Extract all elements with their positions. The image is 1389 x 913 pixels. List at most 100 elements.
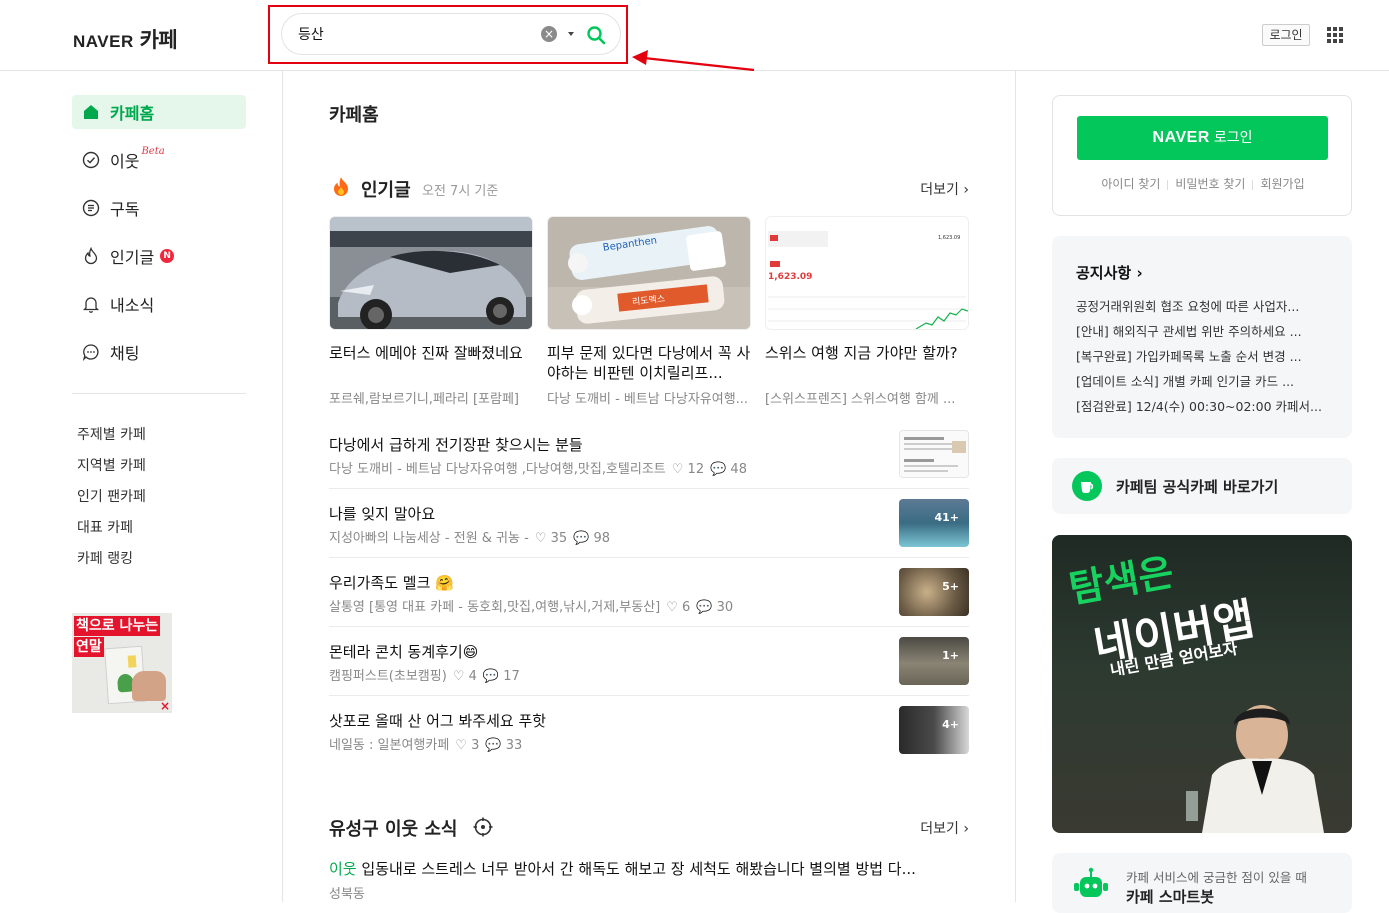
- list-item-cafe: 네일동 : 일본여행카페: [329, 738, 450, 753]
- comments-count: 30: [716, 600, 734, 615]
- sidebar-nav: 카페홈 이웃 Beta 구독 인기글 N 내소식 채팅: [72, 95, 246, 383]
- naver-cafe-logo[interactable]: NAVER 카페: [73, 24, 178, 54]
- find-password-link[interactable]: 비밀번호 찾기: [1175, 177, 1245, 191]
- divider: [282, 71, 283, 902]
- notice-item[interactable]: [업데이트 소식] 개별 카페 인기글 카드 ...: [1076, 371, 1328, 396]
- comments-count: 33: [505, 738, 523, 753]
- list-item-title: 다낭에서 급하게 전기장판 찾으시는 분들: [329, 436, 583, 454]
- cafe-cup-icon: [1072, 471, 1102, 501]
- naver-login-button[interactable]: NAVER 로그인: [1077, 116, 1328, 160]
- find-id-link[interactable]: 아이디 찾기: [1101, 177, 1160, 191]
- comments-count: 17: [503, 669, 520, 684]
- list-item-title: 나를 잊지 말아요: [329, 505, 436, 523]
- list-item-title: 삿포로 올때 산 어그 봐주세요 푸핫: [329, 712, 547, 730]
- divider: [1015, 71, 1016, 902]
- list-item[interactable]: 몬테라 콘치 동계후기😄 캠핑퍼스트(초보캠핑) ♡ 4 💬 17 1+: [329, 627, 969, 696]
- card-title: 피부 문제 있다면 다낭에서 꼭 사야하는 비판텐 이치릴리프...: [547, 344, 751, 382]
- sidebar-item-cafe-home[interactable]: 카페홈: [72, 95, 246, 129]
- divider: [72, 393, 246, 394]
- list-item-meta: 캠핑퍼스트(초보캠핑) ♡ 4 💬 17: [329, 665, 520, 684]
- login-links: 아이디 찾기 비밀번호 찾기 회원가입: [1053, 175, 1353, 192]
- neighbor-item-text: 이웃 입동내로 스트레스 너무 받아서 간 해독도 해보고 장 세척도 해봤습니…: [329, 858, 969, 879]
- photo-count: 5+: [942, 580, 959, 593]
- card-meta: [스위스프렌즈] 스위스여행 함께 ...: [765, 392, 956, 407]
- more-link[interactable]: 더보기 ›: [920, 179, 969, 199]
- home-icon: [84, 105, 98, 119]
- popular-list: 다낭에서 급하게 전기장판 찾으시는 분들 다낭 도깨비 - 베트남 다낭자유여…: [329, 420, 969, 765]
- close-icon[interactable]: ×: [160, 699, 170, 713]
- list-item-title: 몬테라 콘치 동계후기😄: [329, 643, 479, 661]
- more-link[interactable]: 더보기 ›: [920, 818, 969, 838]
- card-thumbnail: Bepanthen 리도멕스: [547, 216, 751, 330]
- sub-nav-item[interactable]: 대표 카페: [77, 517, 146, 548]
- annotation-arrow-icon: [632, 50, 755, 72]
- notice-item[interactable]: [점검완료] 12/4(수) 00:30~02:00 카페서...: [1076, 396, 1328, 421]
- sub-nav-item[interactable]: 인기 팬카페: [77, 486, 146, 517]
- naver-app-ad[interactable]: 탐색은 네이버앱 내린 만큼 얻어보자: [1052, 535, 1352, 833]
- list-item[interactable]: 나를 잊지 말아요 지성아빠의 나눔세상 - 전원 & 귀농 - ♡ 35 💬 98…: [329, 489, 969, 558]
- chevron-right-icon: ›: [1136, 264, 1143, 282]
- list-item[interactable]: 우리가족도 멜크 🤗 살통영 [통영 대표 카페 - 동호회,맛집,여행,낚시,…: [329, 558, 969, 627]
- notice-item[interactable]: [복구완료] 가입카페목록 노출 순서 변경 ...: [1076, 346, 1328, 371]
- page-title: 카페홈: [329, 105, 379, 126]
- list-item-cafe: 지성아빠의 나눔세상 - 전원 & 귀농 -: [329, 531, 529, 546]
- signup-link[interactable]: 회원가입: [1260, 177, 1304, 191]
- list-item-meta: 네일동 : 일본여행카페 ♡ 3 💬 33: [329, 734, 522, 753]
- list-item[interactable]: 다낭에서 급하게 전기장판 찾으시는 분들 다낭 도깨비 - 베트남 다낭자유여…: [329, 420, 969, 489]
- ad-text: 연말: [74, 637, 104, 657]
- list-item-cafe: 다낭 도깨비 - 베트남 다낭자유여행 ,다낭여행,맛집,호텔리조트: [329, 462, 666, 477]
- login-button[interactable]: 로그인: [1262, 24, 1310, 46]
- card-thumbnail: 1,623.09 1,623.09: [765, 216, 969, 330]
- smartbot-title: 카페 스마트봇: [1126, 888, 1215, 906]
- card-thumb-text: 1,623.09: [938, 235, 960, 241]
- clear-icon[interactable]: ×: [541, 26, 557, 42]
- sidebar-item-chat[interactable]: 채팅: [72, 335, 246, 369]
- likes-count: 4: [468, 669, 477, 684]
- likes-stat: ♡ 4: [452, 669, 477, 684]
- logo-naver: NAVER: [73, 32, 134, 51]
- sidebar-item-popular[interactable]: 인기글 N: [72, 239, 246, 273]
- sidebar-item-subscribe[interactable]: 구독: [72, 191, 246, 225]
- left-banner-ad[interactable]: 책으로 나누는 연말 ×: [72, 613, 172, 713]
- list-item[interactable]: 삿포로 올때 산 어그 봐주세요 푸핫 네일동 : 일본여행카페 ♡ 3 💬 33 …: [329, 696, 969, 765]
- ad-text: 책으로 나누는: [74, 616, 161, 636]
- neighbor-item[interactable]: 이웃 입동내로 스트레스 너무 받아서 간 해독도 해보고 장 세척도 해봤습니…: [329, 858, 969, 902]
- popular-card[interactable]: 로터스 에메야 진짜 잘빠졌네요 포르쉐,람보르기니,페라리 [포람페]: [329, 216, 533, 407]
- notice-item[interactable]: 공정거래위원회 협조 요청에 따른 사업자...: [1076, 296, 1328, 321]
- list-item-cafe: 살통영 [통영 대표 카페 - 동호회,맛집,여행,낚시,거제,부동산]: [329, 600, 661, 615]
- notice-panel: 공지사항 › 공정거래위원회 협조 요청에 따른 사업자... [안내] 해외직…: [1052, 236, 1352, 438]
- new-badge: N: [160, 249, 175, 263]
- grid-icon[interactable]: [1327, 27, 1343, 43]
- comments-stat: 💬 48: [710, 462, 747, 477]
- likes-count: 12: [687, 462, 705, 477]
- popular-card[interactable]: 1,623.09 1,623.09 스위스 여행 지금 가야만 할까? [스위스…: [765, 216, 969, 407]
- notice-item[interactable]: [안내] 해외직구 관세법 위반 주의하세요 ...: [1076, 321, 1328, 346]
- list-item-meta: 지성아빠의 나눔세상 - 전원 & 귀농 - ♡ 35 💬 98: [329, 527, 610, 546]
- likes-count: 6: [682, 600, 691, 615]
- sidebar-item-label: 채팅: [110, 344, 140, 363]
- sidebar-item-label: 이웃: [110, 152, 140, 171]
- sidebar-item-my-news[interactable]: 내소식: [72, 287, 246, 321]
- sub-nav-item[interactable]: 카페 랭킹: [77, 548, 146, 579]
- neighbor-section-header: 유성구 이웃 소식 더보기 ›: [329, 815, 969, 840]
- sub-nav-item[interactable]: 주제별 카페: [77, 424, 146, 455]
- list-item-title: 우리가족도 멜크 🤗: [329, 574, 454, 592]
- login-panel: NAVER 로그인 아이디 찾기 비밀번호 찾기 회원가입: [1052, 95, 1352, 216]
- card-title: 로터스 에메야 진짜 잘빠졌네요: [329, 344, 523, 362]
- sidebar-item-label: 카페홈: [110, 104, 155, 123]
- target-icon[interactable]: [473, 817, 493, 837]
- chevron-right-icon: ›: [963, 821, 969, 837]
- official-cafe-link[interactable]: 카페팀 공식카페 바로가기: [1052, 458, 1352, 514]
- popular-cards: 로터스 에메야 진짜 잘빠졌네요 포르쉐,람보르기니,페라리 [포람페] Bep…: [329, 216, 969, 416]
- search-icon[interactable]: [585, 24, 607, 46]
- robot-icon: [1074, 867, 1108, 897]
- caret-down-icon[interactable]: [568, 32, 574, 36]
- more-label: 더보기: [920, 182, 959, 198]
- sub-nav-item[interactable]: 지역별 카페: [77, 455, 146, 486]
- smartbot-panel[interactable]: 카페 서비스에 궁금한 점이 있을 때 카페 스마트봇: [1052, 853, 1352, 913]
- notice-title[interactable]: 공지사항 ›: [1076, 262, 1143, 283]
- likes-stat: ♡ 35: [534, 531, 568, 546]
- popular-card[interactable]: Bepanthen 리도멕스 피부 문제 있다면 다낭에서 꼭 사야하는 비판텐…: [547, 216, 751, 407]
- sidebar-item-neighbor[interactable]: 이웃 Beta: [72, 143, 246, 177]
- search-input[interactable]: [298, 24, 528, 44]
